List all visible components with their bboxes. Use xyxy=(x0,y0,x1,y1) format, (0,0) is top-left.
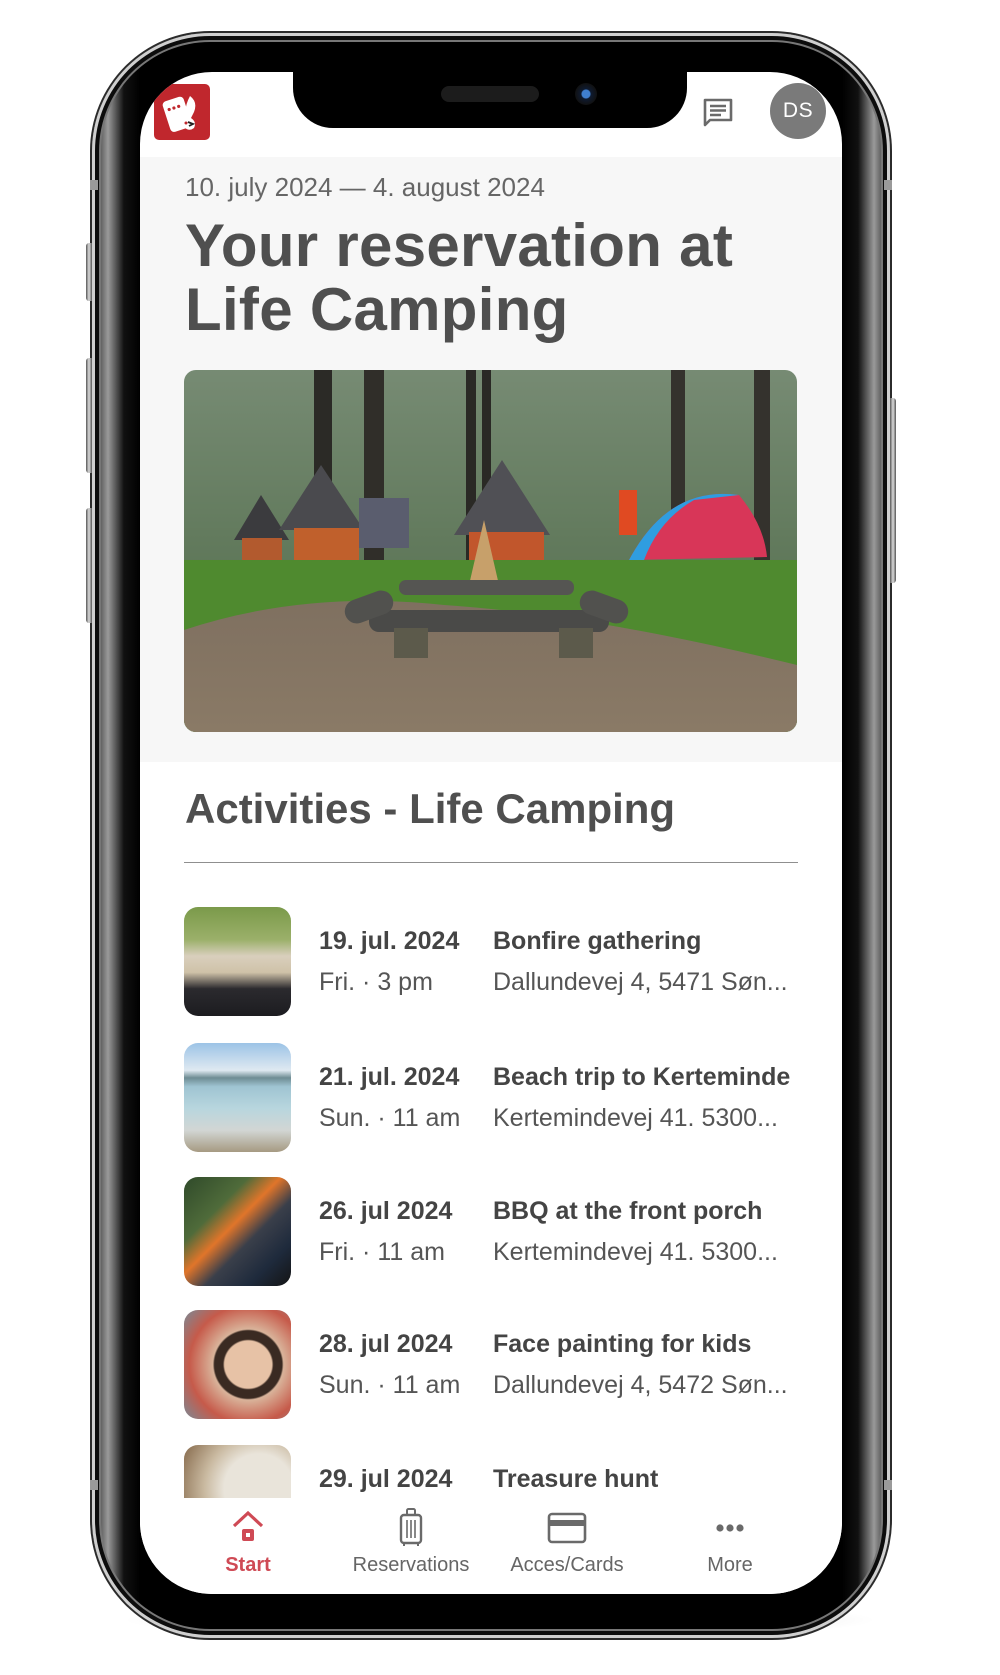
message-icon xyxy=(703,98,733,127)
phone-notch xyxy=(293,68,687,128)
activity-day-time: Fri. · 11 am xyxy=(319,1238,445,1266)
volume-up-button xyxy=(86,358,92,473)
bottom-tab-bar: Start Reservations Acces/Cards More xyxy=(140,1498,842,1594)
activity-date: 21. jul. 2024 xyxy=(319,1063,460,1091)
campsite-hero-image[interactable] xyxy=(184,370,797,732)
activity-row[interactable]: 26. jul 2024 BBQ at the front porch Fri.… xyxy=(184,1177,824,1287)
tab-label: Acces/Cards xyxy=(510,1554,624,1576)
activity-day-time: Sun. · 11 am xyxy=(319,1371,461,1399)
activity-thumbnail xyxy=(184,1043,291,1152)
antenna-band xyxy=(884,180,892,190)
app-logo[interactable] xyxy=(154,84,210,140)
more-dots-icon xyxy=(716,1524,744,1532)
power-button xyxy=(890,398,896,583)
activity-address: Kertemindevej 41. 5300... xyxy=(493,1104,778,1132)
mute-switch xyxy=(86,243,92,301)
activity-row[interactable]: 28. jul 2024 Face painting for kids Sun.… xyxy=(184,1310,824,1420)
camping-card-key-logo-icon xyxy=(162,96,196,132)
luggage-icon xyxy=(399,1508,423,1546)
home-icon xyxy=(232,1510,264,1541)
activity-date: 29. jul 2024 xyxy=(319,1465,453,1493)
reservation-header: 10. july 2024 — 4. august 2024 Your rese… xyxy=(140,157,842,762)
activity-title: Beach trip to Kerteminde xyxy=(493,1063,791,1091)
activity-day-time: Sun. · 11 am xyxy=(319,1104,461,1132)
front-camera xyxy=(575,83,597,105)
activities-heading: Activities - Life Camping xyxy=(185,785,676,832)
tab-start[interactable]: Start xyxy=(168,1498,328,1594)
activity-date: 19. jul. 2024 xyxy=(319,927,460,955)
tab-access-cards[interactable]: Acces/Cards xyxy=(487,1498,647,1594)
activity-title: Face painting for kids xyxy=(493,1330,752,1358)
earpiece-speaker xyxy=(441,86,539,102)
activity-row[interactable]: 19. jul. 2024 Bonfire gathering Fri. · 3… xyxy=(184,907,824,1017)
volume-down-button xyxy=(86,508,92,623)
activity-date: 26. jul 2024 xyxy=(319,1197,453,1225)
activity-title: Bonfire gathering xyxy=(493,927,702,955)
antenna-band xyxy=(884,1480,892,1490)
campsite-photo xyxy=(184,370,797,732)
activity-title: Treasure hunt xyxy=(493,1465,659,1493)
reservation-date-range: 10. july 2024 — 4. august 2024 xyxy=(185,172,545,202)
messages-button[interactable] xyxy=(701,96,735,130)
tab-label: More xyxy=(707,1554,753,1576)
antenna-band xyxy=(90,1480,98,1490)
tab-reservations[interactable]: Reservations xyxy=(331,1498,491,1594)
activity-thumbnail xyxy=(184,1177,291,1286)
activity-thumbnail xyxy=(184,1310,291,1419)
activity-address: Dallundevej 4, 5471 Søn... xyxy=(493,968,788,996)
activity-thumbnail xyxy=(184,907,291,1016)
activity-address: Dallundevej 4, 5472 Søn... xyxy=(493,1371,788,1399)
activity-title: BBQ at the front porch xyxy=(493,1197,763,1225)
app-screen: DS 10. july 2024 — 4. august 2024 Your r… xyxy=(140,72,842,1594)
page-title: Your reservation at Life Camping xyxy=(185,212,734,343)
activity-row[interactable]: 21. jul. 2024 Beach trip to Kerteminde S… xyxy=(184,1043,824,1153)
activity-date: 28. jul 2024 xyxy=(319,1330,453,1358)
section-divider xyxy=(184,862,798,863)
tab-label: Reservations xyxy=(352,1554,470,1576)
user-avatar[interactable]: DS xyxy=(770,83,826,139)
activity-day-time: Fri. · 3 pm xyxy=(319,968,433,996)
card-icon xyxy=(547,1512,587,1544)
tab-label: Start xyxy=(225,1554,271,1576)
tab-more[interactable]: More xyxy=(650,1498,810,1594)
antenna-band xyxy=(90,180,98,190)
activity-address: Kertemindevej 41. 5300... xyxy=(493,1238,778,1266)
